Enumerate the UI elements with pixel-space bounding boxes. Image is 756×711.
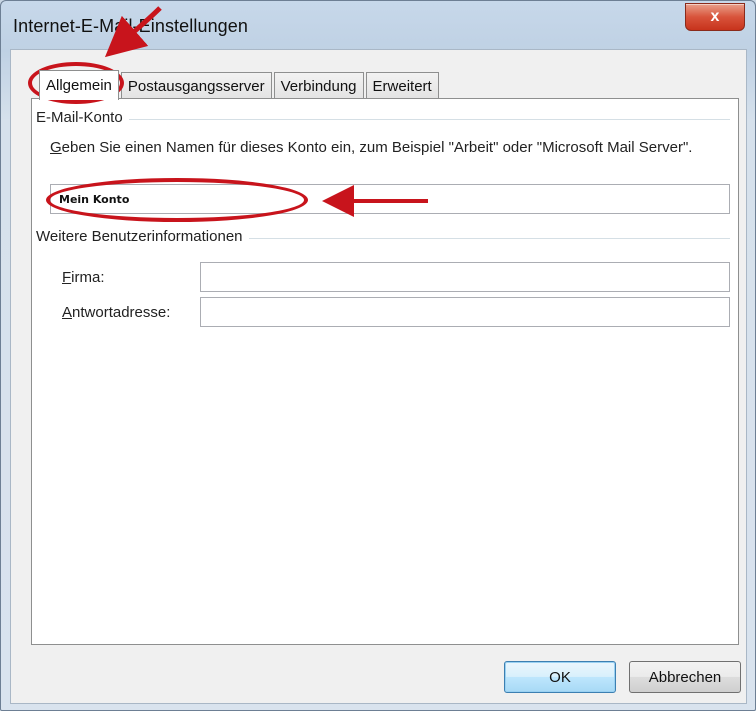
company-field[interactable] [200, 262, 730, 292]
company-label-text: irma: [71, 269, 105, 286]
hint-text: eben Sie einen Namen für dieses Konto ei… [61, 139, 693, 156]
group-divider [40, 119, 730, 120]
tab-postausgangsserver[interactable]: Postausgangsserver [120, 72, 272, 99]
highlight-oval-account-name [46, 178, 308, 222]
close-button[interactable]: x [685, 3, 745, 31]
account-name-hint: Geben Sie einen Namen für dieses Konto e… [50, 139, 720, 157]
reply-address-field[interactable] [200, 297, 730, 327]
tab-verbindung[interactable]: Verbindung [273, 72, 364, 99]
tab-erweitert[interactable]: Erweitert [365, 72, 439, 99]
hint-accelerator: G [50, 139, 62, 156]
title-bar[interactable]: Internet-E-Mail-Einstellungen x [1, 1, 755, 49]
cancel-button[interactable]: Abbrechen [629, 661, 741, 693]
window-title: Internet-E-Mail-Einstellungen [13, 16, 249, 36]
group-title-user-info: Weitere Benutzerinformationen [36, 228, 249, 245]
reply-label-text: ntwortadresse: [72, 304, 171, 321]
close-icon: x [710, 8, 720, 25]
company-accelerator: F [62, 269, 72, 286]
group-title-email-account: E-Mail-Konto [36, 109, 129, 126]
tab-strip: Allgemein Postausgangsserver Verbindung … [39, 69, 441, 100]
reply-accelerator: A [62, 304, 73, 321]
dialog-window: Internet-E-Mail-Einstellungen x Allgemei… [0, 0, 756, 711]
company-label: Firma: [62, 269, 105, 287]
reply-address-label: Antwortadresse: [62, 304, 170, 322]
ok-button[interactable]: OK [504, 661, 616, 693]
dialog-client-area: Allgemein Postausgangsserver Verbindung … [10, 49, 747, 704]
tab-allgemein[interactable]: Allgemein [39, 70, 119, 100]
